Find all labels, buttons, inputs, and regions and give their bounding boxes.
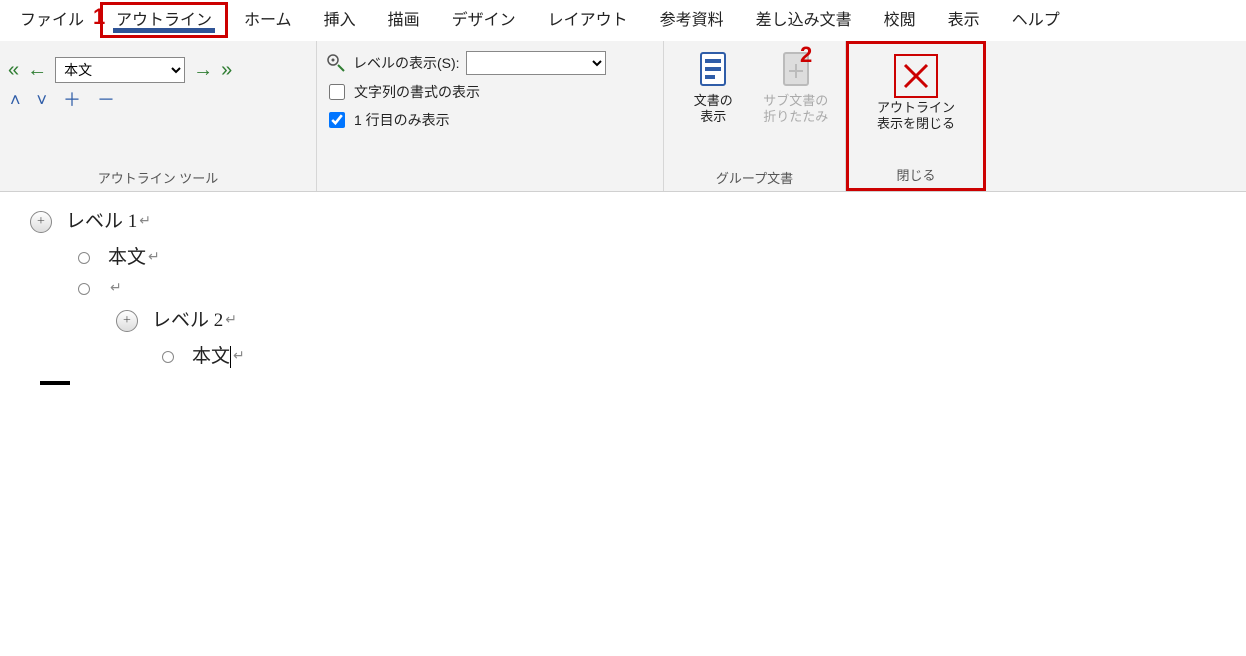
demote-to-body-icon[interactable]: » bbox=[221, 60, 232, 80]
outline-expand-handle-icon[interactable]: + bbox=[116, 310, 138, 332]
close-outline-view-button[interactable]: アウトライン表示を閉じる bbox=[860, 48, 972, 133]
group-label-show bbox=[325, 185, 655, 191]
paragraph-mark-icon: ↵ bbox=[233, 344, 245, 371]
show-document-button[interactable]: 文書の表示 bbox=[672, 45, 755, 126]
menu-mailings[interactable]: 差し込み文書 bbox=[740, 2, 868, 38]
menu-outline[interactable]: アウトライン bbox=[100, 2, 228, 38]
show-document-icon bbox=[693, 51, 733, 91]
outline-heading-2-text[interactable]: レベル 2 bbox=[152, 303, 223, 339]
show-text-formatting-checkbox[interactable] bbox=[329, 84, 345, 100]
outline-body-row[interactable]: ↵ bbox=[30, 276, 1246, 303]
show-first-line-only[interactable]: 1 行目のみ表示 bbox=[325, 109, 606, 131]
group-outline-tools: « ← 本文 → » ˄ ˅ ＋ － アウトライン ツール bbox=[0, 41, 317, 191]
expand-icon[interactable]: ＋ bbox=[63, 91, 81, 109]
paragraph-mark-icon: ↵ bbox=[148, 245, 160, 272]
outline-body-row[interactable]: 本文 ↵ bbox=[30, 240, 1246, 276]
menu-view[interactable]: 表示 bbox=[932, 2, 996, 38]
group-outline-show: レベルの表示(S): 文字列の書式の表示 1 行目のみ表示 bbox=[317, 41, 664, 191]
group-label-master: グループ文書 bbox=[672, 166, 837, 191]
menu-help[interactable]: ヘルプ bbox=[996, 2, 1076, 38]
promote-to-heading1-icon[interactable]: « bbox=[8, 60, 19, 80]
outline-heading-1-text[interactable]: レベル 1 bbox=[66, 204, 137, 240]
group-master-document: 文書の表示 サブ文書の折りたたみ グループ文書 bbox=[664, 41, 846, 191]
show-level-select[interactable] bbox=[466, 51, 606, 75]
menu-references[interactable]: 参考資料 bbox=[644, 2, 740, 38]
outline-heading-2[interactable]: + レベル 2 ↵ bbox=[30, 303, 1246, 339]
outline-body-text[interactable]: 本文 bbox=[108, 240, 146, 276]
group-close: アウトライン表示を閉じる 閉じる bbox=[846, 41, 986, 191]
annotation-2: 2 bbox=[800, 42, 812, 68]
ribbon: « ← 本文 → » ˄ ˅ ＋ － アウトライン ツール bbox=[0, 41, 1246, 192]
show-first-line-only-checkbox[interactable] bbox=[329, 112, 345, 128]
menu-layout[interactable]: レイアウト bbox=[532, 2, 644, 38]
menu-design[interactable]: デザイン bbox=[436, 2, 532, 38]
menu-review[interactable]: 校閲 bbox=[868, 2, 932, 38]
outline-body-bullet-icon[interactable] bbox=[78, 252, 90, 264]
paragraph-mark-icon: ↵ bbox=[225, 308, 237, 335]
selection-marker bbox=[40, 381, 70, 385]
collapse-icon[interactable]: － bbox=[97, 91, 115, 109]
menu-file[interactable]: ファイル bbox=[4, 2, 100, 38]
document-area[interactable]: + レベル 1 ↵ 本文 ↵ ↵ + レベル 2 ↵ 本文 ↵ bbox=[0, 192, 1246, 385]
group-label-close: 閉じる bbox=[857, 163, 975, 188]
outline-level-select[interactable]: 本文 bbox=[55, 57, 185, 83]
paragraph-mark-icon: ↵ bbox=[110, 276, 122, 303]
group-label-outline-tools: アウトライン ツール bbox=[8, 166, 308, 191]
outline-body-text[interactable]: 本文 bbox=[192, 339, 230, 375]
close-icon bbox=[894, 54, 938, 98]
show-text-formatting-label: 文字列の書式の表示 bbox=[354, 82, 480, 102]
menu-draw[interactable]: 描画 bbox=[372, 2, 436, 38]
outline-body-bullet-icon[interactable] bbox=[162, 351, 174, 363]
show-level-label: レベルの表示(S): bbox=[353, 53, 460, 73]
menu-home[interactable]: ホーム bbox=[228, 2, 308, 38]
outline-heading-1[interactable]: + レベル 1 ↵ bbox=[30, 204, 1246, 240]
demote-icon[interactable]: → bbox=[193, 60, 213, 80]
paragraph-mark-icon: ↵ bbox=[139, 209, 151, 236]
outline-body-bullet-icon[interactable] bbox=[78, 283, 90, 295]
menubar: ファイル アウトライン ホーム 挿入 描画 デザイン レイアウト 参考資料 差し… bbox=[0, 0, 1246, 41]
menu-insert[interactable]: 挿入 bbox=[308, 2, 372, 38]
text-cursor bbox=[230, 346, 231, 368]
promote-icon[interactable]: ← bbox=[27, 60, 47, 80]
outline-body-row[interactable]: 本文 ↵ bbox=[30, 339, 1246, 375]
move-down-icon[interactable]: ˅ bbox=[37, 91, 48, 109]
show-level-icon bbox=[325, 52, 347, 74]
move-up-icon[interactable]: ˄ bbox=[10, 91, 21, 109]
show-first-line-only-label: 1 行目のみ表示 bbox=[354, 110, 450, 130]
outline-expand-handle-icon[interactable]: + bbox=[30, 211, 52, 233]
show-text-formatting[interactable]: 文字列の書式の表示 bbox=[325, 81, 606, 103]
collapse-subdocuments-button: サブ文書の折りたたみ bbox=[755, 45, 838, 126]
